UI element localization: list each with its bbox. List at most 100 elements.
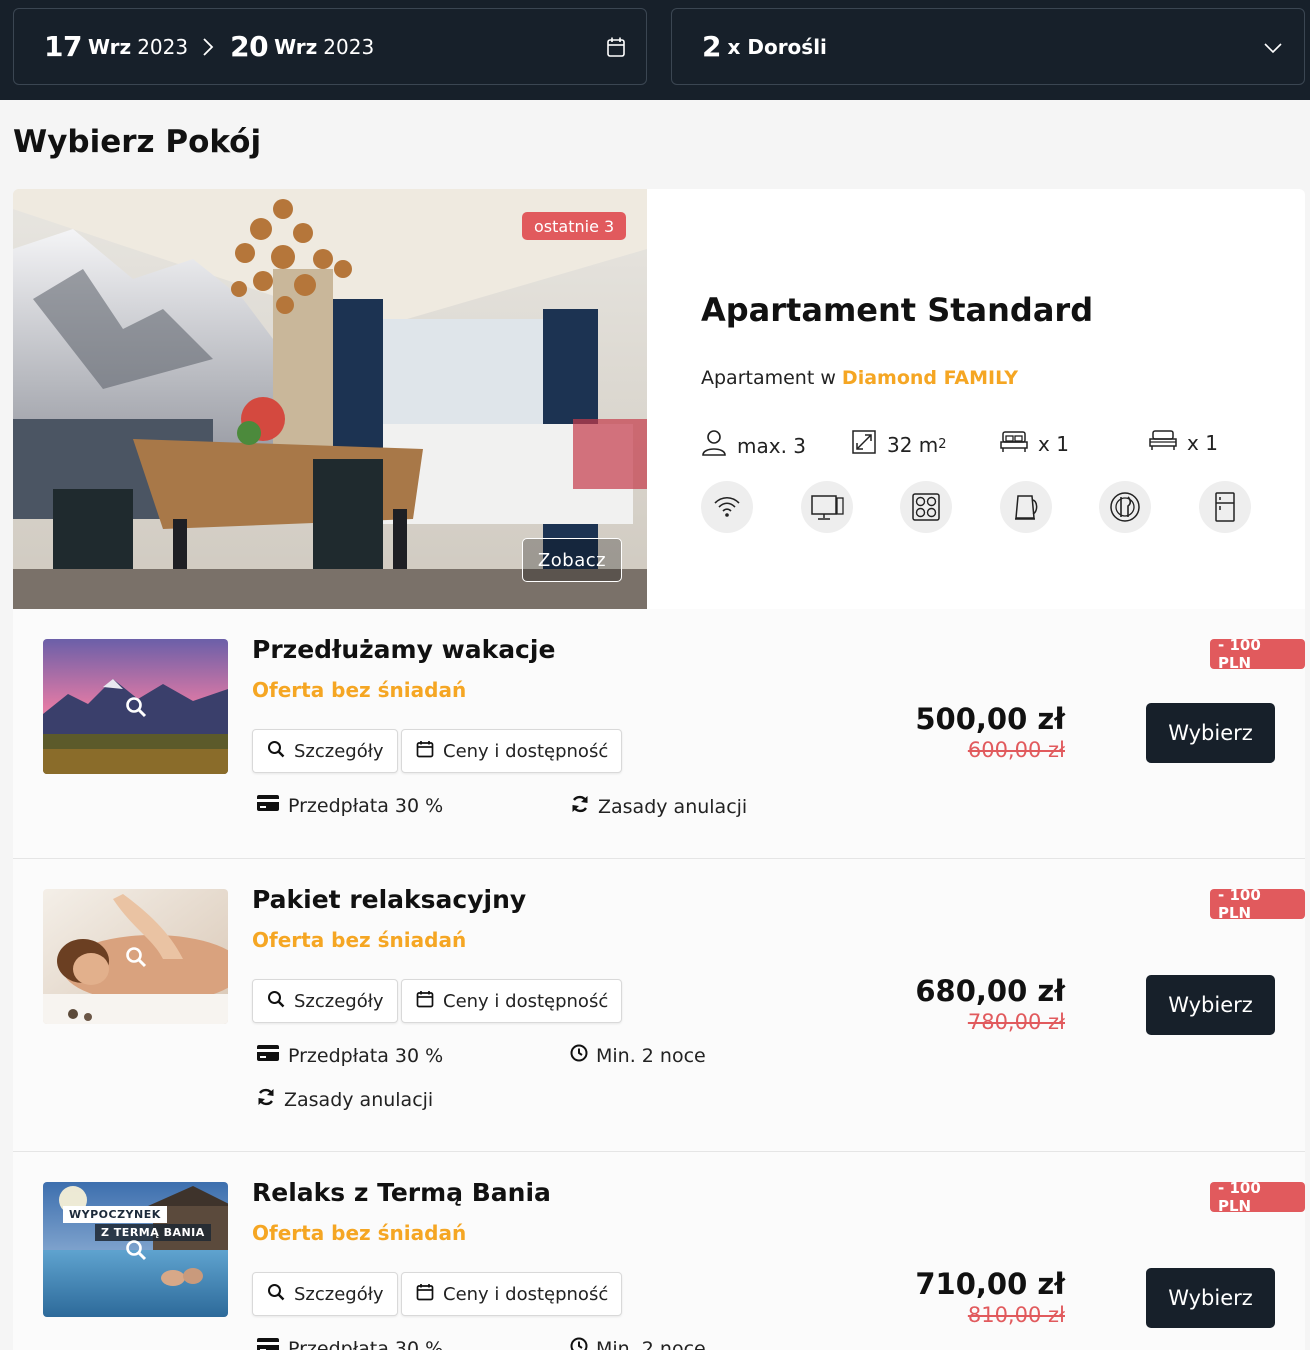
offer-title: Relaks z Termą Bania <box>252 1178 551 1207</box>
refresh-icon <box>570 794 598 819</box>
page-title: Wybierz Pokój <box>13 124 262 160</box>
spec-sofa-bed: x 1 <box>1149 429 1218 456</box>
check-out-day: 20 <box>230 30 269 63</box>
discount-badge: - 100 PLN <box>1210 886 1305 922</box>
thumbnail-caption-1: WYPOCZYNEK <box>63 1206 167 1223</box>
min-nights-info: Min. 2 noce <box>570 1337 706 1350</box>
zoom-icon <box>125 946 147 972</box>
offer-thumbnail[interactable]: WYPOCZYNEK Z TERMĄ BANIA <box>43 1182 228 1317</box>
thumbnail-caption-2: Z TERMĄ BANIA <box>95 1224 211 1241</box>
details-button[interactable]: Szczegóły <box>252 1272 398 1316</box>
offer-price: 710,00 zł <box>915 1267 1065 1301</box>
room-specs: max. 3 32 m2 x 1 x 1 <box>701 429 1261 459</box>
sofa-bed-icon <box>1149 429 1187 456</box>
offer-card: Pakiet relaksacyjny Oferta bez śniadań S… <box>13 859 1305 1152</box>
guest-label: x Dorośli <box>727 34 827 59</box>
room-photo[interactable]: ostatnie 3 Zobacz <box>13 189 647 609</box>
hotel-name: Diamond FAMILY <box>841 367 1019 389</box>
credit-card-icon <box>256 1337 288 1350</box>
prepayment-info: Przedpłata 30 % <box>256 794 443 817</box>
discount-badge: - 100 PLN <box>1210 1179 1305 1215</box>
cancellation-text: Zasady anulacji <box>598 795 748 818</box>
details-button-label: Szczegóły <box>294 1283 384 1305</box>
offer-price: 680,00 zł <box>915 974 1065 1008</box>
calendar-icon <box>416 740 443 763</box>
prepayment-info: Przedpłata 30 % <box>256 1337 443 1350</box>
clock-icon <box>570 1044 596 1067</box>
prepayment-info: Przedpłata 30 % <box>256 1044 443 1067</box>
prices-availability-button[interactable]: Ceny i dostępność <box>401 1272 623 1316</box>
credit-card-icon <box>256 1044 288 1067</box>
cancellation-policy-link[interactable]: Zasady anulacji <box>570 794 747 819</box>
tv-icon <box>801 481 853 533</box>
room-type-label: Apartament w <box>701 367 836 389</box>
offer-old-price: 600,00 zł <box>967 738 1065 762</box>
details-button-label: Szczegóły <box>294 740 384 762</box>
room-subtitle: Apartament w Diamond FAMILY <box>701 367 1018 389</box>
check-out-month: Wrz <box>274 34 318 59</box>
date-range-picker[interactable]: 17 Wrz 2023 20 Wrz 2023 <box>13 8 647 85</box>
spec-max-guests: max. 3 <box>701 429 806 462</box>
check-in-day: 17 <box>44 30 82 63</box>
choose-offer-button[interactable]: Wybierz <box>1146 703 1275 763</box>
offer-title: Przedłużamy wakacje <box>252 635 556 664</box>
search-icon <box>267 990 294 1013</box>
dining-icon <box>1099 481 1151 533</box>
sofa-bed-count: x 1 <box>1187 430 1218 455</box>
prepayment-text: Przedpłata 30 % <box>288 1044 444 1067</box>
prices-availability-button[interactable]: Ceny i dostępność <box>401 979 623 1023</box>
details-button[interactable]: Szczegóły <box>252 729 398 773</box>
offer-card: Przedłużamy wakacje Oferta bez śniadań S… <box>13 609 1305 859</box>
availability-badge: ostatnie 3 <box>522 212 627 240</box>
discount-badge: - 100 PLN <box>1210 636 1305 672</box>
choose-offer-button[interactable]: Wybierz <box>1146 975 1275 1035</box>
area-icon <box>851 429 887 460</box>
check-in-year: 2023 <box>137 34 189 59</box>
details-button[interactable]: Szczegóły <box>252 979 398 1023</box>
cancellation-policy-link[interactable]: Zasady anulacji <box>256 1087 433 1112</box>
choose-offer-button[interactable]: Wybierz <box>1146 1268 1275 1328</box>
offer-subtitle: Oferta bez śniadań <box>252 678 467 702</box>
double-bed-count: x 1 <box>1038 431 1069 456</box>
area-unit-sup: 2 <box>938 437 947 452</box>
prepayment-text: Przedpłata 30 % <box>288 794 444 817</box>
cancellation-text: Zasady anulacji <box>284 1088 434 1111</box>
prepayment-text: Przedpłata 30 % <box>288 1337 444 1350</box>
min-nights-info: Min. 2 noce <box>570 1044 706 1067</box>
chevron-right-icon <box>202 37 214 57</box>
offer-card: WYPOCZYNEK Z TERMĄ BANIA Relaks z Termą … <box>13 1152 1305 1350</box>
view-gallery-button[interactable]: Zobacz <box>522 538 622 582</box>
prices-availability-label: Ceny i dostępność <box>443 740 609 762</box>
calendar-icon <box>416 990 443 1013</box>
offer-title: Pakiet relaksacyjny <box>252 885 527 914</box>
details-button-label: Szczegóły <box>294 990 384 1012</box>
wifi-icon <box>701 481 753 533</box>
room-card: ostatnie 3 Zobacz Apartament Standard Ap… <box>13 189 1305 609</box>
offer-subtitle: Oferta bez śniadań <box>252 928 467 952</box>
prices-availability-label: Ceny i dostępność <box>443 1283 609 1305</box>
calendar-icon <box>416 1283 443 1306</box>
double-bed-icon <box>1000 429 1038 458</box>
kettle-icon <box>1000 481 1052 533</box>
refresh-icon <box>256 1087 284 1112</box>
search-icon <box>267 1283 294 1306</box>
search-icon <box>267 740 294 763</box>
area-value: 32 m <box>887 432 939 457</box>
prices-availability-button[interactable]: Ceny i dostępność <box>401 729 623 773</box>
offer-thumbnail[interactable] <box>43 889 228 1024</box>
stove-icon <box>900 481 952 533</box>
zoom-icon <box>125 696 147 722</box>
offer-price: 500,00 zł <box>915 702 1065 736</box>
fridge-icon <box>1199 481 1251 533</box>
offer-old-price: 780,00 zł <box>967 1010 1065 1034</box>
min-nights-text: Min. 2 noce <box>596 1044 706 1067</box>
search-bar: 17 Wrz 2023 20 Wrz 2023 2 x Dorośli <box>0 0 1310 100</box>
credit-card-icon <box>256 794 288 817</box>
offer-subtitle: Oferta bez śniadań <box>252 1221 467 1245</box>
offer-old-price: 810,00 zł <box>967 1303 1065 1327</box>
prices-availability-label: Ceny i dostępność <box>443 990 609 1012</box>
offer-thumbnail[interactable] <box>43 639 228 774</box>
guests-select[interactable]: 2 x Dorośli <box>671 8 1305 85</box>
guest-count: 2 <box>702 30 722 63</box>
check-in-month: Wrz <box>87 34 132 59</box>
